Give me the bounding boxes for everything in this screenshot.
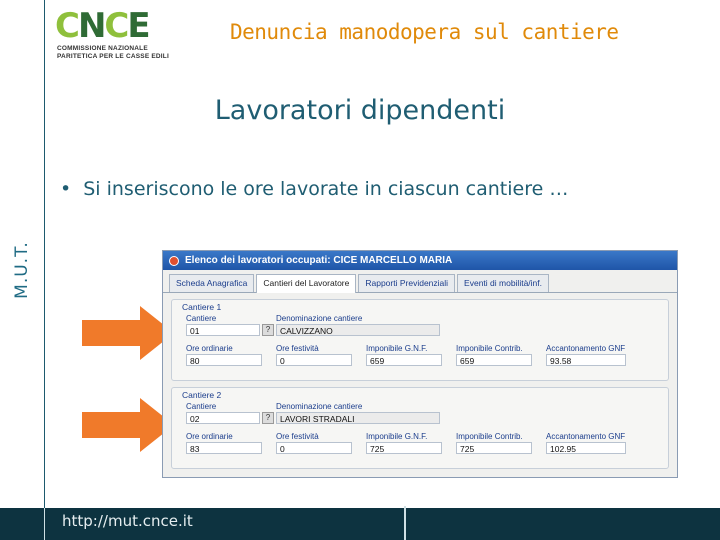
ore-festivita-label: Ore festività (276, 344, 319, 353)
tab-scheda-anagrafica[interactable]: Scheda Anagrafica (169, 274, 255, 292)
ore-festivita-label: Ore festività (276, 432, 319, 441)
bullet-text: Si inseriscono le ore lavorate in ciascu… (83, 178, 569, 200)
denominazione-label: Denominazione cantiere (276, 314, 363, 323)
group-title: Cantiere 2 (182, 390, 222, 400)
cantiere-field[interactable]: 01 (186, 324, 260, 336)
side-label-text: M.U.T. (12, 241, 32, 299)
arrow-right-icon (82, 398, 174, 452)
ore-festivita-field[interactable]: 0 (276, 442, 352, 454)
footer-divider (44, 508, 45, 540)
denominazione-field: LAVORI STRADALI (276, 412, 440, 424)
cantiere-label: Cantiere (186, 402, 217, 411)
cantiere-group: Cantiere 2 Cantiere 02 ? Denominazione c… (171, 387, 669, 469)
ore-ordinarie-field[interactable]: 83 (186, 442, 262, 454)
logo-subtitle-1: COMMISSIONE NAZIONALE (57, 45, 148, 52)
imponibile-gnf-label: Imponibile G.N.F. (366, 432, 428, 441)
tab-bar: Scheda Anagrafica Cantieri del Lavorator… (163, 274, 677, 293)
tab-cantieri-lavoratore[interactable]: Cantieri del Lavoratore (256, 274, 357, 293)
denominazione-field: CALVIZZANO (276, 324, 440, 336)
lookup-button[interactable]: ? (262, 324, 274, 336)
logo-mark: CNCE (55, 6, 151, 46)
bullet-point: • Si inseriscono le ore lavorate in ciasc… (60, 178, 568, 200)
cantiere-group: Cantiere 1 Cantiere 01 ? Denominazione c… (171, 299, 669, 381)
imponibile-contrib-label: Imponibile Contrib. (456, 344, 523, 353)
window-title: Elenco dei lavoratori occupati: CICE MAR… (185, 255, 453, 266)
accantonamento-label: Accantonamento GNF (546, 344, 626, 353)
ore-ordinarie-field[interactable]: 80 (186, 354, 262, 366)
side-label: M.U.T. (6, 240, 38, 300)
imponibile-gnf-field[interactable]: 659 (366, 354, 442, 366)
tab-rapporti-previdenziali[interactable]: Rapporti Previdenziali (358, 274, 456, 292)
accantonamento-field[interactable]: 93.58 (546, 354, 626, 366)
imponibile-contrib-field[interactable]: 659 (456, 354, 532, 366)
cnce-logo: CNCE COMMISSIONE NAZIONALE PARITETICA PE… (55, 8, 175, 60)
group-title: Cantiere 1 (182, 302, 222, 312)
page-title: Lavoratori dipendenti (214, 95, 506, 126)
footer-url[interactable]: http://mut.cnce.it (62, 512, 193, 530)
lookup-button[interactable]: ? (262, 412, 274, 424)
footer-divider (404, 506, 406, 540)
window-titlebar: Elenco dei lavoratori occupati: CICE MAR… (163, 251, 677, 270)
side-divider (44, 0, 45, 508)
ore-festivita-field[interactable]: 0 (276, 354, 352, 366)
imponibile-contrib-field[interactable]: 725 (456, 442, 532, 454)
bullet-icon: • (60, 178, 72, 200)
workers-window: Elenco dei lavoratori occupati: CICE MAR… (162, 250, 678, 478)
accantonamento-label: Accantonamento GNF (546, 432, 626, 441)
ore-ordinarie-label: Ore ordinarie (186, 432, 233, 441)
cantiere-label: Cantiere (186, 314, 217, 323)
imponibile-gnf-label: Imponibile G.N.F. (366, 344, 428, 353)
tab-eventi-mobilita[interactable]: Eventi di mobilità/inf. (457, 274, 549, 292)
logo-subtitle-2: PARITETICA PER LE CASSE EDILI (57, 53, 169, 60)
accantonamento-field[interactable]: 102.95 (546, 442, 626, 454)
imponibile-contrib-label: Imponibile Contrib. (456, 432, 523, 441)
cantiere-field[interactable]: 02 (186, 412, 260, 424)
ore-ordinarie-label: Ore ordinarie (186, 344, 233, 353)
imponibile-gnf-field[interactable]: 725 (366, 442, 442, 454)
app-icon (169, 255, 179, 266)
arrow-right-icon (82, 306, 174, 360)
header-title: Denuncia manodopera sul cantiere (230, 20, 619, 44)
denominazione-label: Denominazione cantiere (276, 402, 363, 411)
